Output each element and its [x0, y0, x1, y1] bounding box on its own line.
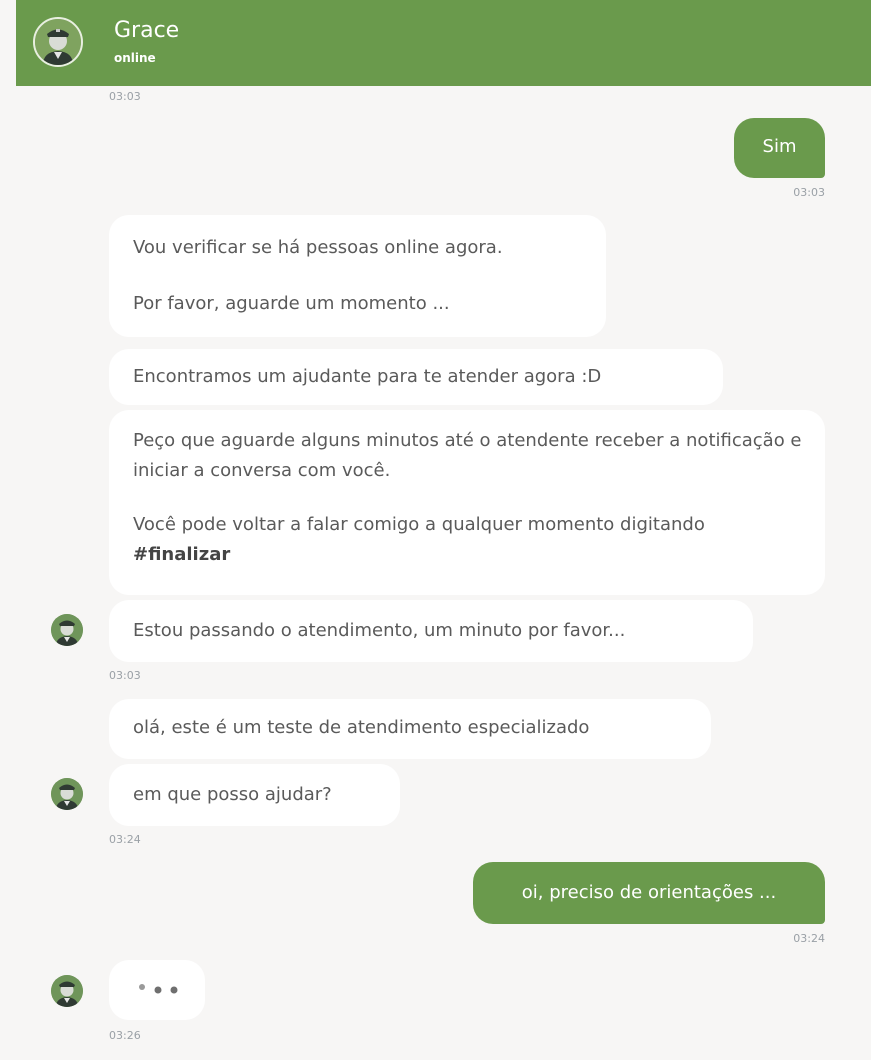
- agent-avatar-icon: [51, 975, 83, 1007]
- message-text: Sim: [762, 136, 797, 157]
- message-text: Peço que aguarde alguns minutos até o at…: [133, 430, 802, 481]
- message-text: em que posso ajudar?: [133, 784, 332, 805]
- message-text: Por favor, aguarde um momento ...: [133, 293, 450, 314]
- agent-avatar-icon: [51, 614, 83, 646]
- incoming-message: Vou verificar se há pessoas online agora…: [109, 215, 606, 337]
- finalizar-command: #finalizar: [133, 544, 231, 565]
- message-timestamp: 03:03: [109, 90, 141, 103]
- message-timestamp: 03:26: [109, 1029, 141, 1042]
- message-text-plain: Você pode voltar a falar comigo a qualqu…: [133, 514, 705, 535]
- incoming-message: Encontramos um ajudante para te atender …: [109, 349, 723, 405]
- outgoing-message: oi, preciso de orientações ...: [473, 862, 825, 924]
- incoming-message: em que posso ajudar?: [109, 764, 400, 826]
- incoming-message: olá, este é um teste de atendimento espe…: [109, 699, 711, 759]
- message-text: Estou passando o atendimento, um minuto …: [133, 620, 626, 641]
- message-text: Vou verificar se há pessoas online agora…: [133, 237, 503, 258]
- contact-status: online: [114, 51, 156, 65]
- chat-header: Grace online: [16, 0, 871, 86]
- message-timestamp: 03:24: [793, 932, 825, 945]
- outgoing-message: Sim: [734, 118, 825, 178]
- incoming-message: Estou passando o atendimento, um minuto …: [109, 600, 753, 662]
- agent-avatar-icon[interactable]: [33, 17, 83, 67]
- typing-indicator: [109, 960, 205, 1020]
- message-text: Você pode voltar a falar comigo a qualqu…: [133, 510, 805, 570]
- typing-dots-icon: [139, 984, 178, 994]
- message-timestamp: 03:03: [793, 186, 825, 199]
- message-timestamp: 03:24: [109, 833, 141, 846]
- message-text: oi, preciso de orientações ...: [521, 882, 777, 903]
- message-text: Encontramos um ajudante para te atender …: [133, 366, 602, 387]
- agent-avatar-icon: [51, 778, 83, 810]
- message-text: olá, este é um teste de atendimento espe…: [133, 717, 590, 738]
- incoming-message: Peço que aguarde alguns minutos até o at…: [109, 410, 825, 595]
- contact-name: Grace: [114, 18, 180, 43]
- message-timestamp: 03:03: [109, 669, 141, 682]
